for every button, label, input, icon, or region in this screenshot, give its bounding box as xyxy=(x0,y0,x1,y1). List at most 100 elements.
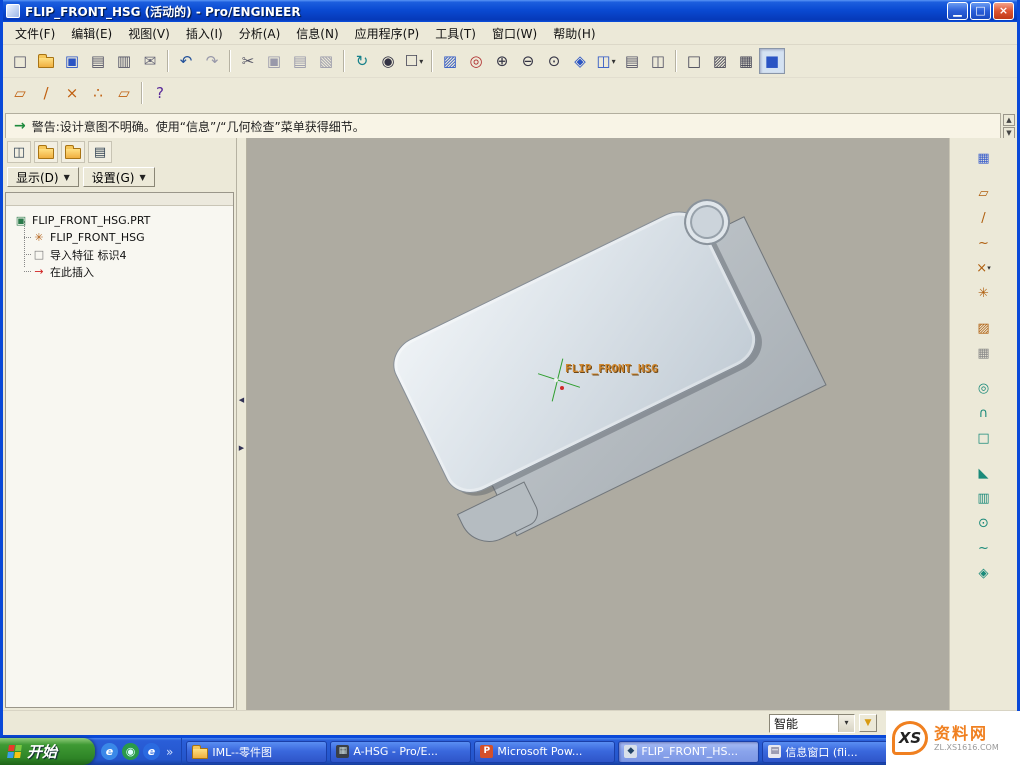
datum-axis-icon[interactable]: / xyxy=(972,207,996,229)
paste-icon[interactable]: ▤ xyxy=(287,48,313,74)
settings-dropdown-label: 设置(G) xyxy=(92,169,135,186)
menu-item-7[interactable]: 工具(T) xyxy=(427,22,484,45)
view-manager-icon[interactable]: ◫ xyxy=(645,48,671,74)
phone-housing-model[interactable] xyxy=(353,154,871,612)
shell-tool-icon[interactable]: □ xyxy=(972,427,996,449)
extrude-tool-icon[interactable]: ▥ xyxy=(972,487,996,509)
hidden-line-icon[interactable]: ▨ xyxy=(707,48,733,74)
layers-icon[interactable]: ▤ xyxy=(619,48,645,74)
revolve-tool-icon[interactable]: ⊙ xyxy=(972,512,996,534)
expand-panel-arrow-icon[interactable]: ▶ xyxy=(239,444,244,452)
datum-curve-icon[interactable]: ~ xyxy=(972,232,996,254)
print-preview-icon[interactable]: ▥ xyxy=(111,48,137,74)
selection-filter-dropdown-icon[interactable]: ▾ xyxy=(838,715,854,732)
coordinate-system-icon[interactable]: ✳ xyxy=(972,282,996,304)
refit-icon[interactable]: ⊙ xyxy=(541,48,567,74)
tree-item-1[interactable]: ✳FLIP_FRONT_HSG xyxy=(6,229,233,246)
taskbar-task-2[interactable]: PMicrosoft Pow... xyxy=(474,741,615,763)
zoom-in-icon[interactable]: ⊕ xyxy=(489,48,515,74)
draft-tool-icon[interactable]: ◣ xyxy=(972,462,996,484)
layer-tree-icon[interactable]: ▤ xyxy=(88,141,112,163)
selection-filter-combo[interactable]: 智能 ▾ xyxy=(769,714,855,733)
messenger-icon[interactable]: ◉ xyxy=(122,743,139,760)
menu-item-8[interactable]: 窗口(W) xyxy=(484,22,545,45)
wireframe-icon[interactable]: □ xyxy=(681,48,707,74)
reorient-icon[interactable]: ◈ xyxy=(567,48,593,74)
open-icon[interactable] xyxy=(33,48,59,74)
datum-point-icon[interactable]: ×▾ xyxy=(972,257,996,279)
datum-plane-icon[interactable]: ▱ xyxy=(972,182,996,204)
graphics-viewport[interactable]: FLIP_FRONT_HSG xyxy=(247,138,949,710)
round-tool-icon[interactable]: ∩ xyxy=(972,402,996,424)
message-scroll-up[interactable]: ▲ xyxy=(1003,114,1015,126)
taskbar-task-0[interactable]: IML--零件图 xyxy=(186,741,327,763)
points-tool-icon[interactable]: ∴ xyxy=(85,80,111,106)
menu-item-6[interactable]: 应用程序(P) xyxy=(347,22,428,45)
ie-icon[interactable]: e xyxy=(143,743,160,760)
browser-icon[interactable]: e xyxy=(101,743,118,760)
use-edge-icon[interactable]: ▦ xyxy=(972,342,996,364)
datum-display-icon[interactable]: ▦ xyxy=(972,147,996,169)
copy-icon[interactable]: ▣ xyxy=(261,48,287,74)
model-tree-icon[interactable]: ◫ xyxy=(7,141,31,163)
shaded-icon[interactable]: ■ xyxy=(759,48,785,74)
settings-dropdown-button[interactable]: 设置(G) ▼ xyxy=(83,167,155,187)
tree-item-0[interactable]: ▣FLIP_FRONT_HSG.PRT xyxy=(6,212,233,229)
zoom-out-icon[interactable]: ⊖ xyxy=(515,48,541,74)
send-email-icon[interactable]: ✉ xyxy=(137,48,163,74)
datum-point-icon-dropdown[interactable]: ▾ xyxy=(987,264,991,272)
start-button[interactable]: 开始 xyxy=(0,738,95,765)
collapse-panel-arrow-icon[interactable]: ◀ xyxy=(239,396,244,404)
sweep-tool-icon[interactable]: ~ xyxy=(972,537,996,559)
menu-item-2[interactable]: 视图(V) xyxy=(120,22,178,45)
paste-special-icon[interactable]: ▧ xyxy=(313,48,339,74)
close-button[interactable]: × xyxy=(993,2,1014,20)
redo-icon[interactable]: ↷ xyxy=(199,48,225,74)
tree-item-3[interactable]: →在此插入 xyxy=(6,263,233,280)
find-icon[interactable]: ◉ xyxy=(375,48,401,74)
menu-item-0[interactable]: 文件(F) xyxy=(7,22,63,45)
minimize-button[interactable]: ▁ xyxy=(947,2,968,20)
cut-icon[interactable]: ✂ xyxy=(235,48,261,74)
modify-tool-icon[interactable]: ▱ xyxy=(111,80,137,106)
show-dropdown-button[interactable]: 显示(D) ▼ xyxy=(7,167,79,187)
hole-tool-icon[interactable]: ◎ xyxy=(972,377,996,399)
sketch-tool-icon[interactable]: ▨ xyxy=(972,317,996,339)
taskbar-task-4[interactable]: ▤信息窗口 (fli... xyxy=(762,741,903,763)
extrude-tool-icon-glyph: ▥ xyxy=(977,492,989,505)
new-file-icon[interactable]: □ xyxy=(7,48,33,74)
favorites-icon[interactable] xyxy=(61,141,85,163)
select-filter-icon[interactable]: ☐▾ xyxy=(401,48,427,74)
line-tool-icon[interactable]: / xyxy=(33,80,59,106)
saved-views-icon-dropdown[interactable]: ▾ xyxy=(612,57,616,66)
delete-point-icon[interactable]: × xyxy=(59,80,85,106)
menu-item-3[interactable]: 插入(I) xyxy=(178,22,231,45)
message-log-toggle-icon[interactable]: ▼ xyxy=(859,714,877,732)
restore-button[interactable]: □ xyxy=(970,2,991,20)
taskbar-task-3[interactable]: ◆FLIP_FRONT_HS... xyxy=(618,741,759,763)
menu-item-4[interactable]: 分析(A) xyxy=(231,22,289,45)
powerpoint-icon: P xyxy=(480,745,493,758)
menu-item-9[interactable]: 帮助(H) xyxy=(545,22,603,45)
saved-views-icon[interactable]: ◫▾ xyxy=(593,48,619,74)
repaint-icon[interactable]: ▨ xyxy=(437,48,463,74)
menu-item-1[interactable]: 编辑(E) xyxy=(63,22,120,45)
folder-browser-icon[interactable] xyxy=(34,141,58,163)
no-hidden-icon[interactable]: ▦ xyxy=(733,48,759,74)
panel-splitter[interactable]: ◀ ▶ xyxy=(237,138,247,710)
feature-toolbar-row-11: ◣ xyxy=(950,462,1017,484)
menu-item-5[interactable]: 信息(N) xyxy=(288,22,346,45)
style-tool-icon[interactable]: ◈ xyxy=(972,562,996,584)
context-help-icon[interactable]: ? xyxy=(147,80,173,106)
save-icon[interactable]: ▣ xyxy=(59,48,85,74)
select-filter-icon-dropdown[interactable]: ▾ xyxy=(419,57,423,66)
quick-launch-overflow-icon[interactable]: » xyxy=(164,745,175,759)
undo-icon[interactable]: ↶ xyxy=(173,48,199,74)
sketch-plane-icon[interactable]: ▱ xyxy=(7,80,33,106)
print-icon[interactable]: ▤ xyxy=(85,48,111,74)
taskbar-task-1[interactable]: ▦A-HSG - Pro/E... xyxy=(330,741,471,763)
tree-item-2[interactable]: □导入特征 标识4 xyxy=(6,246,233,263)
spin-center-icon[interactable]: ◎ xyxy=(463,48,489,74)
regenerate-icon[interactable]: ↻ xyxy=(349,48,375,74)
title-bar[interactable]: FLIP_FRONT_HSG (活动的) - Pro/ENGINEER ▁□× xyxy=(3,0,1017,22)
